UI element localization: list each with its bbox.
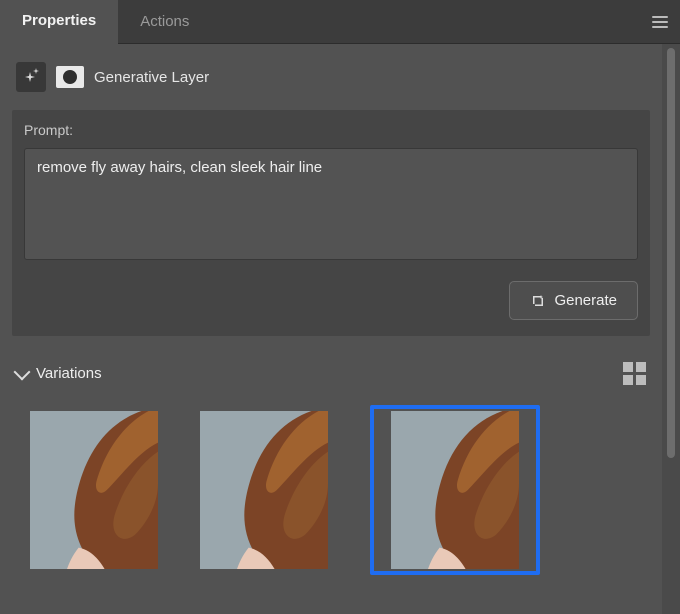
scrollbar-thumb[interactable] <box>667 48 675 458</box>
panel-tabbar: Properties Actions <box>0 0 680 44</box>
variations-header[interactable]: Variations <box>16 362 646 385</box>
generate-button-label: Generate <box>554 292 617 309</box>
chevron-down-icon <box>14 363 31 380</box>
variations-thumbnails <box>12 403 650 583</box>
prompt-section: Prompt: Generate <box>12 110 650 336</box>
panel-menu-icon[interactable] <box>640 0 680 43</box>
variations-title: Variations <box>36 365 102 382</box>
generate-button[interactable]: Generate <box>509 281 638 320</box>
layer-header: Generative Layer <box>12 54 650 110</box>
layer-type-label: Generative Layer <box>94 69 209 86</box>
generate-icon <box>530 293 546 309</box>
layer-mask-icon[interactable] <box>56 66 84 88</box>
properties-panel-content: Generative Layer Prompt: Generate <box>0 44 662 614</box>
grid-view-icon[interactable] <box>623 362 646 385</box>
tab-properties[interactable]: Properties <box>0 0 118 44</box>
prompt-input[interactable] <box>24 148 638 260</box>
variation-thumbnail-1[interactable] <box>30 411 158 569</box>
variation-thumbnail-3[interactable] <box>370 405 540 575</box>
variation-thumbnail-2[interactable] <box>200 411 328 569</box>
tab-actions[interactable]: Actions <box>118 0 211 43</box>
panel-scrollbar[interactable] <box>662 44 680 614</box>
prompt-label: Prompt: <box>24 122 638 138</box>
generative-sparkle-icon <box>16 62 46 92</box>
